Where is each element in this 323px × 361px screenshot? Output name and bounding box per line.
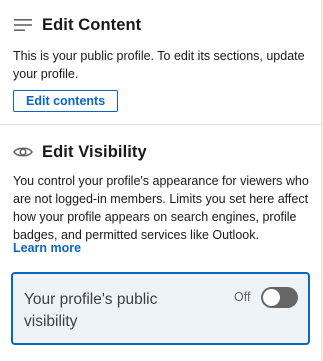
edit-content-description: This is your public profile. To edit its… [13,49,305,81]
switch-knob [263,289,280,306]
edit-visibility-section: Edit Visibility You control your profile… [0,125,322,361]
edit-visibility-title: Edit Visibility [42,142,147,161]
public-visibility-switch[interactable] [261,287,298,308]
public-visibility-toggle-card[interactable]: Your profile's public visibility Off [11,272,310,345]
eye-icon [13,142,33,162]
menu-lines-icon [13,15,33,35]
edit-contents-button[interactable]: Edit contents [13,90,119,112]
edit-content-title: Edit Content [42,15,142,34]
edit-content-section: Edit Content This is your public profile… [0,0,322,125]
learn-more-link[interactable]: Learn more [13,241,81,255]
edit-visibility-description: You control your profile's appearance fo… [13,174,309,242]
toggle-state-text: Off [234,290,251,304]
public-visibility-label: Your profile's public visibility [24,291,158,330]
public-profile-settings-panel: Edit Content This is your public profile… [0,0,322,361]
edit-visibility-header: Edit Visibility [13,142,147,162]
edit-content-header: Edit Content [13,15,141,35]
